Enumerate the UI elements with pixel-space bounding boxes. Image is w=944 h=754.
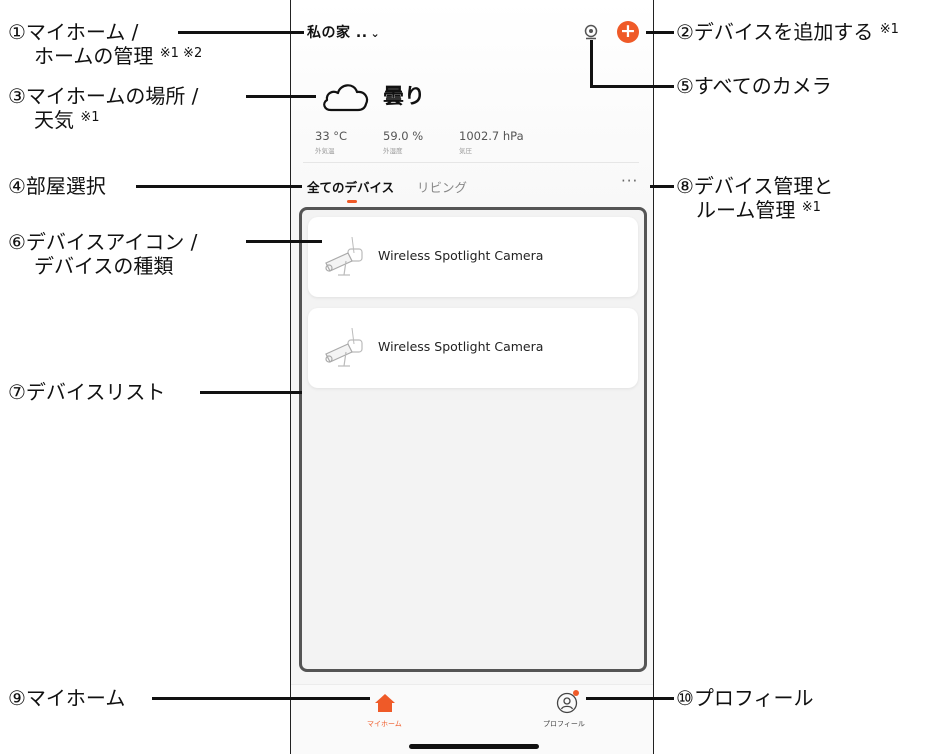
leader-line (590, 40, 593, 87)
tab-living[interactable]: リビング (417, 177, 467, 196)
phone-screen: 私の家 .. ⌄ + 曇り 33 °C 外気温 59.0 % 外湿度 1002.7… (290, 0, 654, 754)
home-selector[interactable]: 私の家 .. ⌄ (307, 22, 380, 42)
notification-dot (573, 690, 579, 696)
annotation-9: ⑨マイホーム (8, 686, 126, 710)
device-name: Wireless Spotlight Camera (378, 248, 544, 263)
annotation-3: ③マイホームの場所 / 天気 ※1 (8, 84, 199, 132)
stat-pressure: 1002.7 hPa 気圧 (459, 129, 524, 155)
home-selector-label: 私の家 .. (307, 25, 368, 41)
annotation-4: ④部屋選択 (8, 174, 106, 198)
chevron-down-icon: ⌄ (370, 27, 381, 40)
leader-line (590, 85, 674, 88)
camera-icon (325, 327, 363, 367)
annotation-2: ②デバイスを追加する ※1 (676, 20, 899, 44)
annotation-6: ⑥デバイスアイコン / デバイスの種類 (8, 230, 198, 278)
annotation-5: ⑤すべてのカメラ (676, 74, 832, 98)
annotation-8: ⑧デバイス管理と ルーム管理 ※1 (676, 174, 834, 222)
tab-home-label[interactable]: マイホーム (367, 719, 402, 729)
device-list: Wireless Spotlight Camera Wireless Spotl… (299, 207, 647, 672)
leader-line (646, 31, 674, 34)
leader-line (246, 95, 316, 98)
tab-indicator (347, 200, 357, 203)
add-device-button[interactable]: + (617, 21, 639, 43)
leader-line (178, 31, 304, 34)
leader-line (650, 185, 674, 188)
annotation-7: ⑦デバイスリスト (8, 380, 166, 404)
stat-humidity: 59.0 % 外湿度 (383, 129, 424, 155)
device-card[interactable]: Wireless Spotlight Camera (308, 217, 638, 297)
camera-icon (325, 236, 363, 276)
home-icon[interactable] (374, 693, 396, 713)
annotation-10: ⑩プロフィール (676, 686, 814, 710)
home-indicator (409, 744, 539, 749)
leader-line (586, 697, 674, 700)
device-card[interactable]: Wireless Spotlight Camera (308, 308, 638, 388)
stat-temperature: 33 °C 外気温 (315, 129, 348, 155)
device-name: Wireless Spotlight Camera (378, 339, 544, 354)
camera-icon[interactable] (583, 24, 599, 40)
cloud-icon (323, 84, 369, 112)
divider (303, 162, 639, 163)
weather-condition: 曇り (383, 84, 425, 108)
leader-line (152, 697, 370, 700)
leader-line (200, 391, 302, 394)
tab-profile-label[interactable]: プロフィール (543, 719, 585, 729)
leader-line (246, 240, 322, 243)
annotation-1: ①マイホーム / ホームの管理 ※1 ※2 (8, 20, 203, 68)
tab-all-devices[interactable]: 全てのデバイス (307, 177, 394, 196)
more-icon[interactable]: ··· (621, 172, 638, 190)
leader-line (136, 185, 302, 188)
